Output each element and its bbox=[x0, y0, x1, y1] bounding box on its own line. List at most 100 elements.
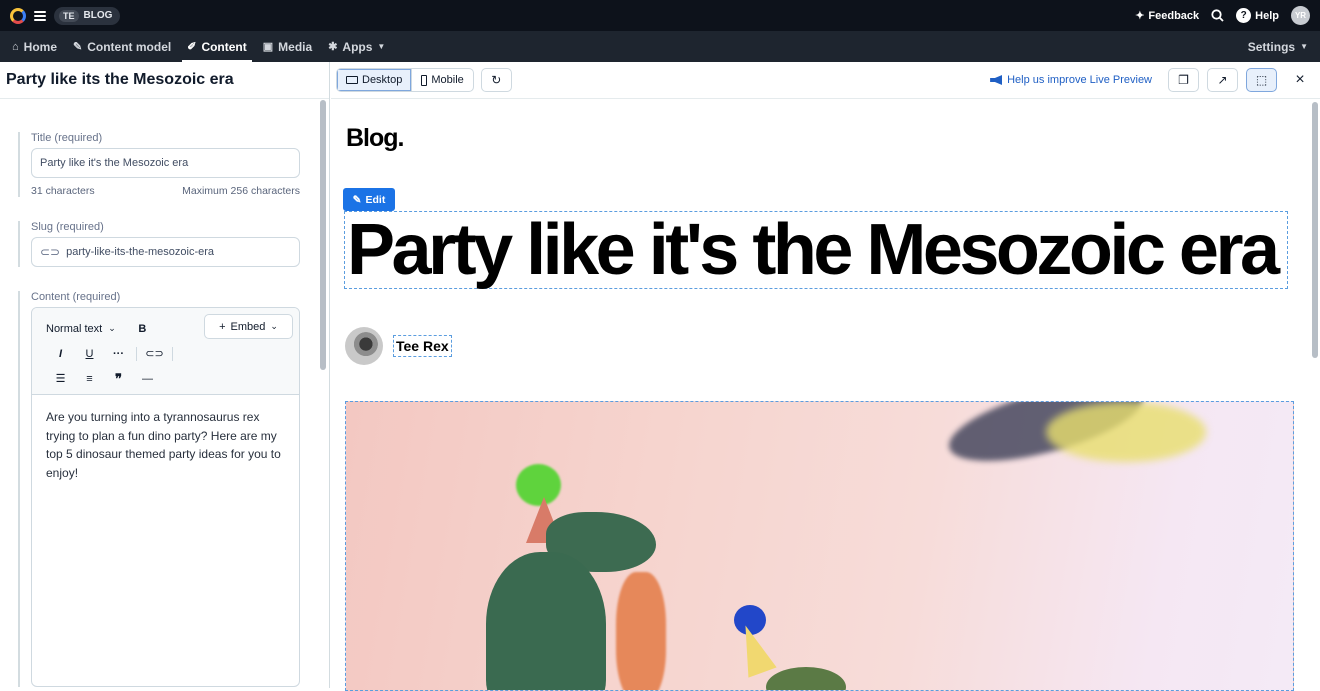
more-formatting-button[interactable]: ··· bbox=[104, 348, 133, 360]
bold-button[interactable]: B bbox=[128, 323, 157, 335]
feedback-label: Feedback bbox=[1148, 9, 1200, 22]
help-icon: ? bbox=[1236, 8, 1252, 23]
menu-icon[interactable] bbox=[34, 10, 46, 21]
nav-home-label: Home bbox=[23, 39, 57, 54]
slug-input-value: party-like-its-the-mesozoic-era bbox=[66, 246, 215, 258]
preview-scrollbar[interactable] bbox=[1312, 102, 1318, 358]
author-avatar bbox=[345, 327, 383, 365]
wrench-icon: ✎ bbox=[73, 41, 83, 53]
edit-field-button[interactable]: ✎ Edit bbox=[343, 188, 395, 211]
feedback-link-label: Help us improve Live Preview bbox=[1007, 74, 1152, 86]
feedback-button[interactable]: ✦ Feedback bbox=[1135, 9, 1200, 23]
slug-field: Slug (required) ⊂⊃ party-like-its-the-me… bbox=[18, 221, 300, 267]
hyperlink-button[interactable]: ⊂⊃ bbox=[140, 347, 169, 360]
embed-button[interactable]: + Embed ⌄ bbox=[204, 314, 293, 339]
mobile-label: Mobile bbox=[431, 74, 464, 86]
rich-text-body[interactable]: Are you turning into a tyrannosaurus rex… bbox=[32, 395, 299, 495]
nav-settings-label: Settings bbox=[1247, 39, 1296, 54]
search-icon bbox=[1211, 9, 1224, 22]
title-field: Title (required) Party like it's the Mes… bbox=[18, 132, 300, 197]
mobile-button[interactable]: Mobile bbox=[411, 69, 472, 91]
open-external-button[interactable]: ↗ bbox=[1207, 68, 1238, 92]
bulleted-list-button[interactable]: ☰ bbox=[46, 372, 75, 385]
green-dino-body-shape bbox=[486, 552, 606, 690]
nav-home[interactable]: ⌂ Home bbox=[4, 31, 65, 62]
help-label: Help bbox=[1255, 9, 1279, 22]
live-preview-pane: Desktop Mobile ↻ Help us improve Live Pr… bbox=[331, 62, 1320, 691]
desktop-button[interactable]: Desktop bbox=[337, 69, 412, 91]
edit-label: Edit bbox=[365, 193, 386, 206]
plus-icon: + bbox=[219, 320, 226, 333]
title-field-label: Title (required) bbox=[31, 132, 103, 144]
desktop-label: Desktop bbox=[362, 74, 403, 86]
contentful-logo-icon[interactable] bbox=[10, 7, 26, 24]
copy-icon: ❐ bbox=[1178, 73, 1189, 87]
space-code: TE bbox=[59, 9, 79, 22]
rich-text-editor: Normal text ⌄ B I U ··· ⊂⊃ ☰ ≡ ❞ — + Emb… bbox=[31, 307, 300, 687]
title-char-count: 31 characters bbox=[31, 185, 95, 197]
post-title: Party like it's the Mesozoic era bbox=[347, 210, 1280, 290]
chevron-down-icon: ⌄ bbox=[270, 321, 278, 331]
chevron-down-icon: ▼ bbox=[377, 42, 386, 51]
cursor-select-icon: ⬚ bbox=[1255, 73, 1268, 87]
preview-toolbar: Desktop Mobile ↻ Help us improve Live Pr… bbox=[331, 62, 1320, 99]
nav-media-label: Media bbox=[278, 39, 313, 54]
orange-dino-shape bbox=[616, 572, 666, 690]
flying-dino-yellow-shape bbox=[1046, 402, 1206, 462]
help-button[interactable]: ? Help bbox=[1236, 8, 1279, 23]
horizontal-rule-button[interactable]: — bbox=[133, 373, 162, 385]
italic-button[interactable]: I bbox=[46, 348, 75, 360]
megaphone-icon bbox=[990, 75, 1003, 85]
post-title-highlight[interactable]: Party like it's the Mesozoic era bbox=[344, 211, 1288, 289]
entry-editor: Party like its the Mesozoic era Title (r… bbox=[0, 62, 330, 688]
title-max-chars: Maximum 256 characters bbox=[182, 185, 300, 197]
nav-media[interactable]: ▣ Media bbox=[255, 31, 320, 62]
device-toggle: Desktop Mobile bbox=[336, 68, 474, 92]
content-field: Content (required) Normal text ⌄ B I U ·… bbox=[18, 291, 300, 687]
laptop-icon bbox=[346, 76, 358, 84]
rich-text-toolbar: Normal text ⌄ B I U ··· ⊂⊃ ☰ ≡ ❞ — + Emb… bbox=[32, 308, 299, 395]
puzzle-icon: ✱ bbox=[328, 41, 338, 53]
entry-title: Party like its the Mesozoic era bbox=[0, 62, 329, 99]
toolbar-divider bbox=[136, 346, 137, 361]
link-icon: ⊂⊃ bbox=[40, 245, 61, 259]
nav-settings[interactable]: Settings ▼ bbox=[1240, 31, 1316, 62]
refresh-button[interactable]: ↻ bbox=[480, 68, 512, 92]
underline-button[interactable]: U bbox=[75, 348, 104, 360]
user-avatar[interactable]: YR bbox=[1291, 6, 1310, 25]
external-link-icon: ↗ bbox=[1217, 73, 1228, 87]
chevron-down-icon: ▼ bbox=[1300, 42, 1308, 51]
close-icon[interactable]: × bbox=[1285, 71, 1315, 89]
embed-label: Embed bbox=[230, 320, 266, 333]
title-input-value: Party like it's the Mesozoic era bbox=[40, 157, 189, 169]
home-icon: ⌂ bbox=[12, 40, 19, 53]
top-bar: TE BLOG ✦ Feedback ? Help YR bbox=[0, 0, 1320, 31]
nav-apps-label: Apps bbox=[342, 39, 373, 54]
text-format-select[interactable]: Normal text ⌄ bbox=[46, 323, 116, 335]
numbered-list-button[interactable]: ≡ bbox=[75, 373, 104, 385]
blog-logo[interactable]: Blog. bbox=[346, 124, 404, 153]
small-green-dino-shape bbox=[766, 667, 846, 690]
slug-field-label: Slug (required) bbox=[31, 221, 104, 233]
inspector-mode-button[interactable]: ⬚ bbox=[1246, 68, 1277, 92]
title-input[interactable]: Party like it's the Mesozoic era bbox=[31, 148, 300, 178]
pencil-icon: ✎ bbox=[352, 193, 362, 206]
sparkle-icon: ✦ bbox=[1135, 10, 1145, 22]
nav-content-model-label: Content model bbox=[87, 39, 172, 54]
slug-input[interactable]: ⊂⊃ party-like-its-the-mesozoic-era bbox=[31, 237, 300, 267]
image-icon: ▣ bbox=[262, 41, 274, 53]
space-switcher[interactable]: TE BLOG bbox=[54, 6, 121, 25]
nav-content-model[interactable]: ✎ Content model bbox=[65, 31, 179, 62]
hero-image[interactable] bbox=[345, 401, 1294, 691]
quote-button[interactable]: ❞ bbox=[104, 371, 133, 387]
nav-content-label: Content bbox=[201, 39, 247, 54]
search-button[interactable] bbox=[1211, 9, 1224, 22]
copy-url-button[interactable]: ❐ bbox=[1168, 68, 1199, 92]
nav-content[interactable]: ✐ Content bbox=[179, 31, 255, 62]
yellow-party-hat-shape bbox=[731, 620, 777, 678]
author-name[interactable]: Tee Rex bbox=[393, 335, 452, 357]
live-preview-feedback-link[interactable]: Help us improve Live Preview bbox=[990, 74, 1152, 86]
nav-apps[interactable]: ✱ Apps ▼ bbox=[320, 31, 393, 62]
refresh-icon: ↻ bbox=[491, 73, 502, 87]
editor-scrollbar[interactable] bbox=[320, 100, 326, 370]
